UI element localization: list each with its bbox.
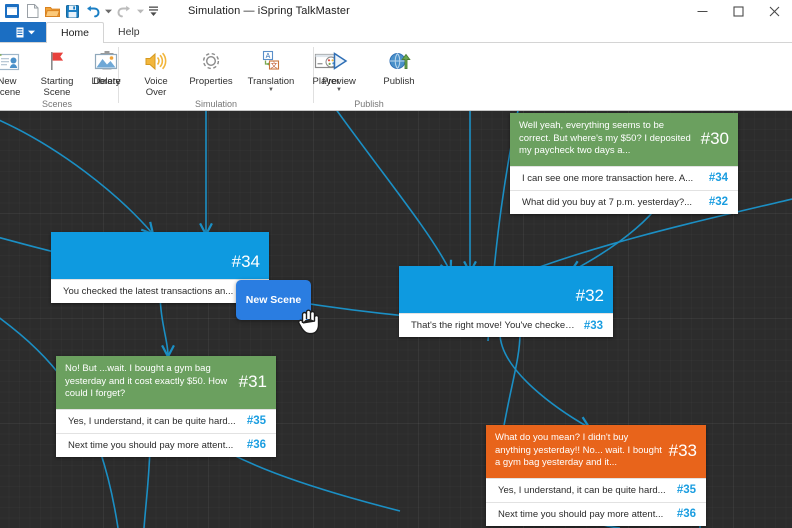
reply-target-number: #34 — [708, 172, 728, 184]
tab-help[interactable]: Help — [104, 22, 154, 43]
voice-over-button[interactable]: Voice Over — [131, 45, 181, 98]
undo-arrow-icon[interactable] — [82, 1, 102, 21]
scene-node-30-number: #30 — [700, 128, 729, 148]
application-window: Simulation — iSpring TalkMaster Home Hel… — [0, 0, 792, 528]
reply-text: That's the right move! You've checked... — [411, 320, 576, 331]
title-bar: Simulation — iSpring TalkMaster — [0, 0, 792, 22]
ribbon-tab-strip: Home Help — [0, 22, 792, 43]
reply-text: You checked the latest transactions an..… — [63, 286, 234, 297]
scene-node-33-number: #33 — [668, 440, 697, 460]
scene-node-30-header[interactable]: Well yeah, everything seems to be correc… — [510, 113, 738, 166]
scene-node-33[interactable]: What do you mean? I didn't buy anything … — [486, 425, 706, 526]
redo-dropdown-chevron-down-icon[interactable] — [134, 1, 146, 21]
properties-button[interactable]: Properties — [181, 45, 241, 88]
starting-scene-button[interactable]: Starting Scene — [32, 45, 82, 98]
ribbon-group-simulation: Library Voice Over Properties A 文 Transl… — [91, 43, 339, 110]
reply-target-number: #33 — [583, 319, 603, 332]
close-icon[interactable] — [756, 0, 792, 22]
preview-play-icon — [326, 47, 352, 75]
reply-text: What did you buy at 7 p.m. yesterday?... — [522, 196, 693, 208]
library-label: Library — [91, 76, 121, 87]
properties-label: Properties — [189, 76, 233, 87]
svg-text:A: A — [266, 53, 271, 60]
new-scene-label: NewScene — [0, 76, 21, 98]
publish-button[interactable]: Publish — [369, 45, 429, 88]
reply-text: Next time you should pay more attent... — [498, 508, 664, 520]
ribbon-group-scenes-label: Scenes — [41, 99, 73, 109]
reply-target-number: #35 — [246, 415, 266, 427]
new-document-icon[interactable] — [22, 1, 42, 21]
tab-home[interactable]: Home — [46, 22, 105, 43]
quick-access-toolbar — [0, 1, 160, 21]
reply-target-number: #35 — [676, 484, 696, 496]
scene-node-30[interactable]: Well yeah, everything seems to be correc… — [510, 113, 738, 214]
scene-node-32-header[interactable]: #32 — [399, 266, 613, 313]
library-button[interactable]: Library — [81, 45, 131, 88]
minimize-icon[interactable] — [684, 0, 720, 22]
publish-globe-icon — [386, 47, 412, 75]
reply-text: Yes, I understand, it can be quite hard.… — [68, 415, 236, 427]
scene-node-33-header[interactable]: What do you mean? I didn't buy anything … — [486, 425, 706, 478]
undo-dropdown-chevron-down-icon[interactable] — [102, 1, 114, 21]
scene-node-30-text: Well yeah, everything seems to be correc… — [519, 120, 691, 156]
scene-node-30-reply-2[interactable]: What did you buy at 7 p.m. yesterday?...… — [510, 189, 738, 214]
reply-target-number: #32 — [708, 196, 728, 208]
file-menu-chevron-down-icon — [27, 30, 35, 35]
redo-arrow-icon[interactable] — [114, 1, 134, 21]
scene-node-31[interactable]: No! But ...wait. I bought a gym bag yest… — [56, 356, 276, 457]
library-picture-icon — [93, 47, 119, 75]
svg-text:文: 文 — [271, 61, 278, 70]
scene-node-33-reply-2[interactable]: Next time you should pay more attent... … — [486, 501, 706, 526]
scene-node-32[interactable]: #32 That's the right move! You've checke… — [399, 266, 613, 337]
starting-scene-flag-icon — [46, 47, 68, 75]
new-scene-icon — [0, 47, 20, 75]
translation-icon: A文 — [258, 47, 284, 75]
customize-toolbar-icon[interactable] — [146, 1, 160, 21]
scene-node-34-number: #34 — [231, 252, 260, 271]
scene-node-31-text: No! But ...wait. I bought a gym bag yest… — [65, 363, 228, 399]
reply-text: I can see one more transaction here. A..… — [522, 172, 694, 184]
scene-node-33-text: What do you mean? I didn't buy anything … — [495, 432, 662, 468]
open-folder-icon[interactable] — [42, 1, 62, 21]
scene-node-31-reply-1[interactable]: Yes, I understand, it can be quite hard.… — [56, 408, 276, 433]
starting-scene-label: Starting Scene — [40, 76, 74, 98]
save-disk-icon[interactable] — [62, 1, 82, 21]
scene-node-34-header[interactable]: #34 — [51, 232, 269, 279]
file-menu-icon — [12, 27, 23, 38]
window-title: Simulation — iSpring TalkMaster — [188, 5, 350, 17]
scene-node-32-number: #32 — [575, 286, 604, 305]
scene-node-33-reply-1[interactable]: Yes, I understand, it can be quite hard.… — [486, 477, 706, 502]
reply-text: Next time you should pay more attent... — [68, 439, 234, 451]
app-icon[interactable] — [2, 1, 22, 21]
file-menu-button[interactable] — [0, 22, 46, 43]
preview-label: Preview — [322, 76, 356, 87]
ribbon-group-simulation-label: Simulation — [194, 99, 238, 109]
new-scene-button[interactable]: NewScene — [0, 45, 32, 98]
scene-node-31-number: #31 — [238, 371, 267, 391]
reply-target-number: #36 — [246, 439, 266, 451]
scene-node-31-reply-2[interactable]: Next time you should pay more attent... … — [56, 432, 276, 457]
window-controls — [684, 0, 792, 22]
scene-node-32-reply-1[interactable]: That's the right move! You've checked...… — [399, 313, 613, 337]
ribbon-group-publish: Preview ▼ Publish Publish — [318, 43, 420, 110]
reply-target-number: #36 — [676, 508, 696, 520]
scene-node-30-reply-1[interactable]: I can see one more transaction here. A..… — [510, 165, 738, 190]
ribbon: NewScene StartingScene Delete — [0, 43, 792, 111]
publish-label: Publish — [383, 76, 415, 87]
preview-chevron-down-icon[interactable]: ▼ — [336, 87, 342, 93]
voice-over-speaker-icon — [143, 47, 169, 75]
voice-over-label: Voice Over — [144, 76, 168, 98]
preview-button[interactable]: Preview ▼ — [309, 45, 369, 93]
properties-gear-icon — [199, 47, 223, 75]
maximize-icon[interactable] — [720, 0, 756, 22]
scene-node-31-header[interactable]: No! But ...wait. I bought a gym bag yest… — [56, 356, 276, 409]
ribbon-group-publish-label: Publish — [354, 99, 384, 109]
new-scene-bubble-button[interactable]: New Scene — [236, 280, 311, 320]
translation-label: Translation — [247, 76, 295, 87]
reply-text: Yes, I understand, it can be quite hard.… — [498, 484, 666, 496]
scenario-canvas[interactable]: Well yeah, everything seems to be correc… — [0, 111, 792, 528]
translation-chevron-down-icon[interactable]: ▼ — [268, 87, 274, 93]
translation-button[interactable]: A文 Translation ▼ — [241, 45, 301, 93]
